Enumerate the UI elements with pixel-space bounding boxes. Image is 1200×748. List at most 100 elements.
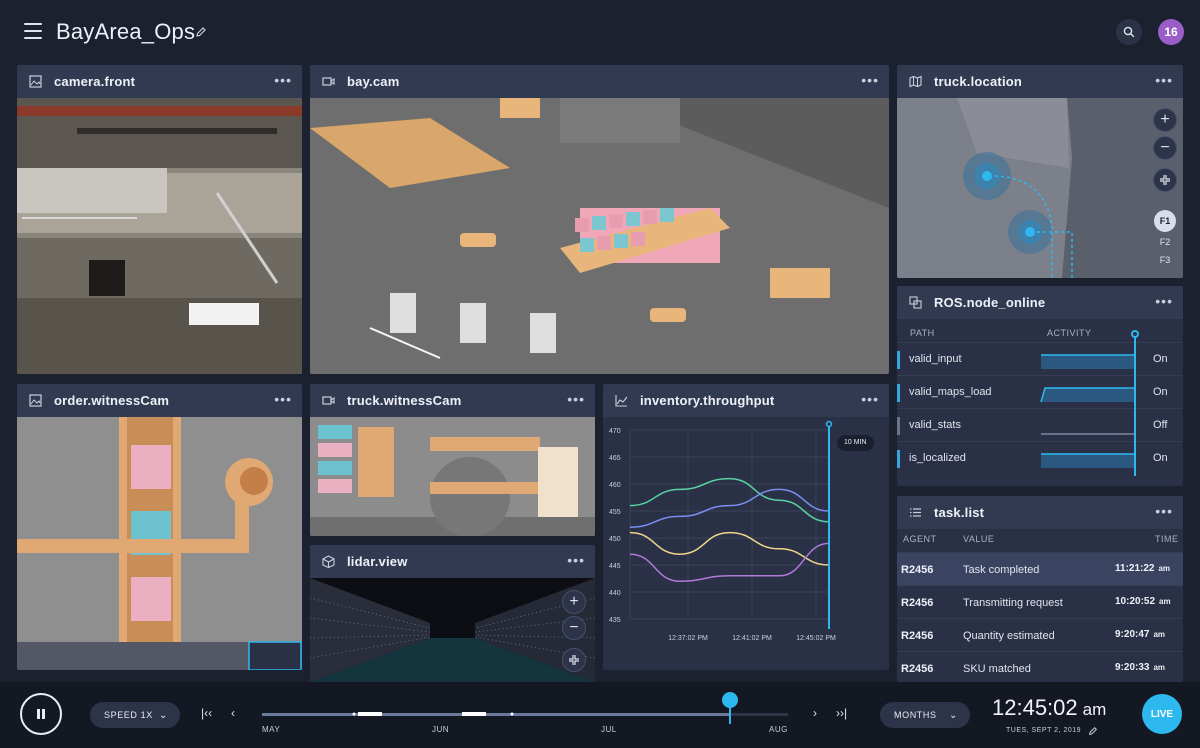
collapse-icon <box>569 655 579 665</box>
panel-header: bay.cam ••• <box>310 65 889 98</box>
hamburger-menu-icon[interactable] <box>24 23 42 39</box>
skip-to-start-icon[interactable]: |‹‹ <box>201 706 212 720</box>
column-header-agent: AGENT <box>903 534 937 544</box>
task-value: SKU matched <box>963 663 1031 675</box>
truck-witness-feed <box>310 417 595 536</box>
panel-title: truck.witnessCam <box>347 393 462 408</box>
task-row[interactable]: R2456 Transmitting request 10:20:52 am <box>897 585 1183 618</box>
more-menu-button[interactable]: ••• <box>567 392 585 406</box>
y-tick-label: 455 <box>609 509 621 516</box>
nodes-icon <box>909 296 922 309</box>
activity-sparkline <box>1041 433 1135 435</box>
more-menu-button[interactable]: ••• <box>861 392 879 406</box>
task-time-ampm: am <box>1158 564 1171 573</box>
panel-header: truck.location ••• <box>897 65 1183 98</box>
video-icon <box>322 77 335 86</box>
task-agent: R2456 <box>901 663 934 675</box>
floor-f1-button[interactable]: F1 <box>1154 210 1176 232</box>
zoom-level-dropdown[interactable]: MONTHS ⌄ <box>880 702 970 728</box>
camera-front-feed <box>17 98 302 374</box>
skip-to-end-icon[interactable]: ››| <box>836 706 847 720</box>
timeline-track[interactable] <box>262 704 792 724</box>
more-menu-button[interactable]: ••• <box>274 392 292 406</box>
status-indicator <box>897 450 900 468</box>
task-time-value: 10:20:52 <box>1115 596 1156 607</box>
y-tick-label: 460 <box>609 482 621 489</box>
series-line <box>629 477 830 523</box>
status-indicator <box>897 417 900 435</box>
order-witness-feed <box>17 417 302 670</box>
search-button[interactable] <box>1116 19 1142 45</box>
zoom-in-button[interactable]: + <box>562 590 586 614</box>
column-header-time: TIME <box>1155 534 1179 544</box>
more-menu-button[interactable]: ••• <box>861 73 879 87</box>
panel-header: inventory.throughput ••• <box>603 384 889 417</box>
task-row[interactable]: R2456 Quantity estimated 9:20:47 am <box>897 618 1183 651</box>
floor-f2-button[interactable]: F2 <box>1155 234 1175 250</box>
ros-row[interactable]: valid_stats Off <box>897 408 1183 441</box>
activity-playhead-knob[interactable] <box>1131 330 1139 338</box>
ros-state: On <box>1153 353 1168 365</box>
task-value: Task completed <box>963 564 1040 576</box>
column-header-value: VALUE <box>963 534 995 544</box>
ros-path: is_localized <box>909 452 966 464</box>
y-tick-label: 465 <box>609 455 621 462</box>
floor-f3-button[interactable]: F3 <box>1155 252 1175 268</box>
pause-button[interactable] <box>20 693 62 735</box>
task-time: 9:20:47 am <box>1115 629 1165 640</box>
ros-node-panel: ROS.node_online ••• PATH ACTIVITY valid_… <box>897 286 1183 486</box>
speed-dropdown[interactable]: SPEED 1X ⌄ <box>90 702 180 728</box>
more-menu-button[interactable]: ••• <box>1155 504 1173 518</box>
ros-path: valid_stats <box>909 419 961 431</box>
avatar[interactable]: 16 <box>1158 19 1184 45</box>
video-icon <box>322 396 335 405</box>
ros-row[interactable]: valid_maps_load On <box>897 375 1183 408</box>
camera-front-panel: camera.front ••• <box>17 65 302 374</box>
more-menu-button[interactable]: ••• <box>1155 73 1173 87</box>
more-menu-button[interactable]: ••• <box>567 553 585 567</box>
zoom-out-button[interactable]: − <box>1153 136 1177 160</box>
task-time-ampm: am <box>1153 663 1166 672</box>
truck-witness-panel: truck.witnessCam ••• <box>310 384 595 536</box>
x-tick-label: 12:37:02 PM <box>668 635 708 642</box>
pencil-icon[interactable] <box>195 26 207 38</box>
panel-title: lidar.view <box>347 554 408 569</box>
live-button[interactable]: LIVE <box>1142 694 1182 734</box>
panel-title: order.witnessCam <box>54 393 170 408</box>
recenter-button[interactable] <box>1153 168 1177 192</box>
panel-title: ROS.node_online <box>934 295 1046 310</box>
truck-location-map: + − F1 F2 F3 <box>897 98 1183 278</box>
current-time-value: 12:45:02 <box>992 695 1078 720</box>
step-forward-icon[interactable]: › <box>813 706 817 720</box>
ros-row[interactable]: valid_input On <box>897 342 1183 375</box>
current-date: TUES, SEPT 2, 2019 <box>1006 727 1082 734</box>
speed-label: SPEED 1X <box>104 710 153 720</box>
recenter-button[interactable] <box>562 648 586 672</box>
activity-playhead <box>1134 334 1136 476</box>
more-menu-button[interactable]: ••• <box>274 73 292 87</box>
panel-title: inventory.throughput <box>640 393 775 408</box>
ros-state: On <box>1153 386 1168 398</box>
task-row[interactable]: R2456 SKU matched 9:20:33 am <box>897 651 1183 682</box>
ros-row[interactable]: is_localized On <box>897 441 1183 474</box>
time-window-badge[interactable]: 10 MIN <box>837 435 874 451</box>
panel-title: bay.cam <box>347 74 400 89</box>
app-title: BayArea_Ops <box>56 19 196 44</box>
panel-header: camera.front ••• <box>17 65 302 98</box>
step-back-icon[interactable]: ‹ <box>231 706 235 720</box>
activity-sparkline <box>1041 354 1135 369</box>
top-bar: BayArea_Ops 16 <box>0 0 1200 64</box>
zoom-out-button[interactable]: − <box>562 616 586 640</box>
ros-path: valid_input <box>909 353 962 365</box>
x-tick-label: 12:41:02 PM <box>732 635 772 642</box>
panel-header: task.list ••• <box>897 496 1183 529</box>
panel-header: lidar.view ••• <box>310 545 595 578</box>
series-line <box>629 542 830 582</box>
zoom-in-button[interactable]: + <box>1153 108 1177 132</box>
ros-state: On <box>1153 452 1168 464</box>
scrubber-handle[interactable] <box>722 692 739 708</box>
task-row[interactable]: R2456 Task completed 11:21:22 am <box>897 552 1183 585</box>
pencil-icon[interactable] <box>1088 726 1098 736</box>
more-menu-button[interactable]: ••• <box>1155 294 1173 308</box>
month-label: JUL <box>601 725 617 734</box>
